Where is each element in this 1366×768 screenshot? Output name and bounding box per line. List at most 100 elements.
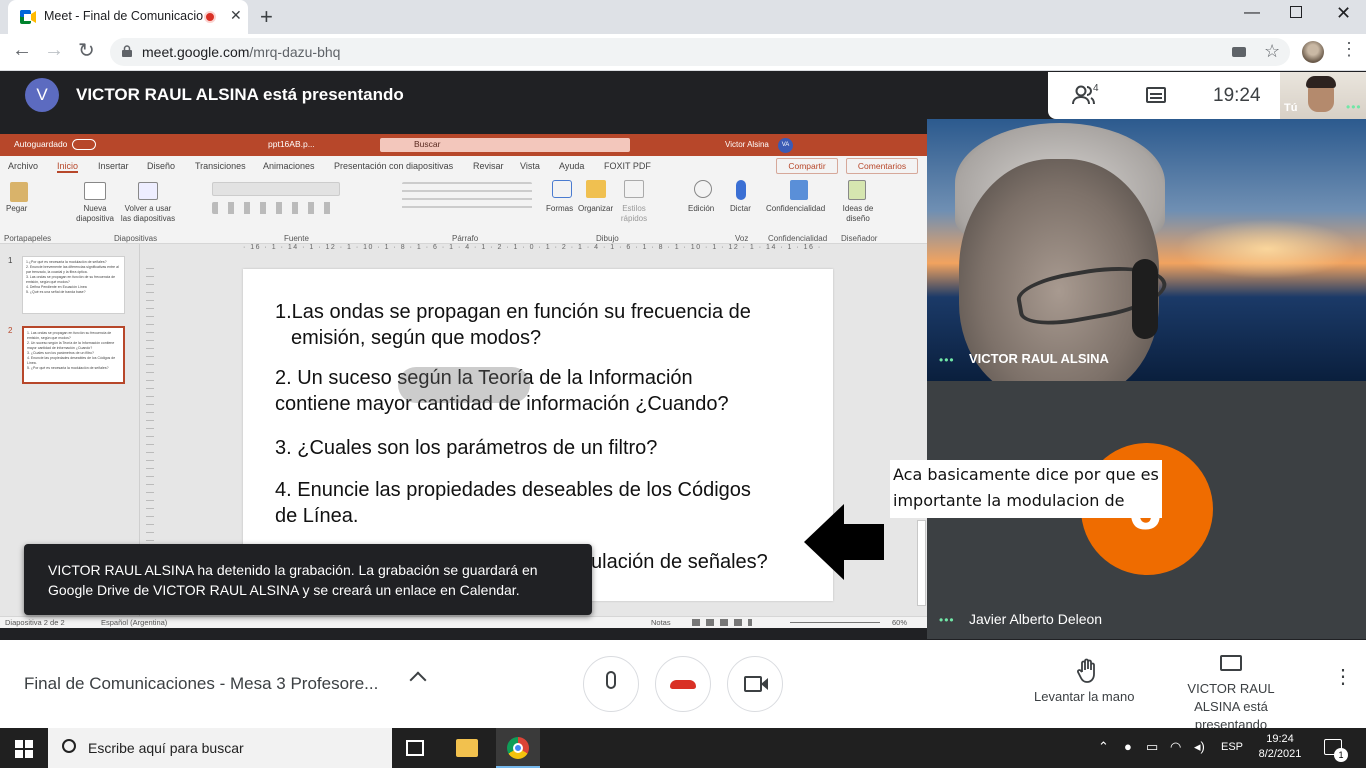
view-buttons[interactable]: [692, 619, 752, 626]
designer-icon: [848, 180, 866, 200]
participant-name: VICTOR RAUL ALSINA: [969, 351, 1109, 366]
floating-slide-toolbar[interactable]: [398, 367, 530, 403]
task-view-icon[interactable]: [406, 740, 424, 756]
arrange-button[interactable]: Organizar: [578, 204, 613, 214]
menu-ayuda[interactable]: Ayuda: [559, 161, 584, 171]
menu-insertar[interactable]: Insertar: [98, 161, 129, 171]
battery-icon[interactable]: ▭: [1146, 739, 1158, 755]
participant-tile-victor[interactable]: ••• VICTOR RAUL ALSINA: [927, 119, 1366, 381]
share-button[interactable]: Compartir: [776, 158, 838, 174]
back-button[interactable]: ←: [12, 39, 32, 62]
new-tab-button[interactable]: +: [260, 4, 273, 30]
autosave-toggle[interactable]: [72, 139, 96, 150]
paste-icon: [10, 182, 28, 202]
microphone-button[interactable]: [583, 656, 639, 712]
ppt-user-avatar[interactable]: VA: [778, 138, 793, 153]
menu-vista[interactable]: Vista: [520, 161, 540, 171]
edit-search-icon: [694, 180, 712, 198]
confidential-button[interactable]: Confidencialidad: [766, 204, 825, 214]
raise-hand-icon[interactable]: [1076, 658, 1100, 684]
presenting-label[interactable]: VICTOR RAUL ALSINA está presentando: [1166, 680, 1296, 734]
slide-thumbnail[interactable]: 1.¿Por qué es necesaria la modulación de…: [22, 256, 125, 314]
chrome-taskbar-button[interactable]: [496, 728, 540, 768]
vertical-ruler: [146, 268, 154, 568]
meeting-title[interactable]: Final de Comunicaciones - Mesa 3 Profeso…: [24, 674, 378, 694]
wifi-icon[interactable]: ◠: [1170, 739, 1181, 755]
edit-button[interactable]: Edición: [688, 204, 714, 214]
microphone-icon: [606, 671, 616, 689]
address-bar[interactable]: meet.google.com/mrq-dazu-bhq ☆: [110, 38, 1290, 66]
menu-foxit[interactable]: FOXIT PDF: [604, 161, 651, 171]
browser-menu-icon[interactable]: ⋮: [1340, 39, 1358, 60]
bookmark-star-icon[interactable]: ☆: [1264, 41, 1280, 62]
paragraph-tools[interactable]: [402, 182, 532, 214]
menu-presentacion[interactable]: Presentación con diapositivas: [334, 161, 453, 171]
hang-up-button[interactable]: [655, 656, 711, 712]
slide-thumbnail-selected[interactable]: 1. Las ondas se propagan en función su f…: [22, 326, 125, 384]
window-restore-button[interactable]: [1290, 6, 1302, 18]
menu-archivo[interactable]: Archivo: [8, 161, 38, 171]
ppt-filename: ppt16AB.p...: [268, 139, 315, 149]
window-minimize-button[interactable]: —: [1244, 4, 1260, 22]
camera-button[interactable]: [727, 656, 783, 712]
notes-button[interactable]: Notas: [651, 618, 671, 627]
tile-options-icon[interactable]: •••: [939, 613, 955, 627]
more-options-icon[interactable]: ⋮: [1333, 667, 1353, 687]
font-selector[interactable]: [212, 182, 340, 196]
menu-animaciones[interactable]: Animaciones: [263, 161, 315, 171]
thumb-text: 2. Enuncie brevemente las diferencias si…: [26, 265, 119, 274]
horizontal-ruler: · 16 · 1 · 14 · 1 · 12 · 1 · 10 · 1 · 8 …: [243, 244, 822, 251]
menu-transiciones[interactable]: Transiciones: [195, 161, 246, 171]
new-slide-button[interactable]: Nueva diapositiva: [70, 204, 120, 224]
designer-button[interactable]: Ideas de diseño: [838, 204, 878, 224]
self-options-icon[interactable]: •••: [1346, 100, 1362, 114]
zoom-slider[interactable]: [790, 622, 880, 623]
thumb-text: 5. ¿Qué es una señal de banda base?: [26, 290, 86, 294]
arrow-left-icon: [804, 504, 884, 580]
meet-favicon-icon: [20, 10, 36, 24]
slide-question-1: 1.Las ondas se propagan en función su fr…: [275, 301, 751, 323]
chevron-up-icon[interactable]: [409, 671, 427, 689]
menu-revisar[interactable]: Revisar: [473, 161, 504, 171]
ppt-scrollbar-thumb[interactable]: [917, 520, 926, 606]
paste-button[interactable]: Pegar: [6, 204, 27, 214]
file-explorer-icon[interactable]: [456, 739, 478, 757]
window-close-button[interactable]: ✕: [1336, 3, 1351, 24]
ppt-search-box[interactable]: Buscar: [380, 138, 630, 152]
raise-hand-label[interactable]: Levantar la mano: [1034, 689, 1134, 704]
taskbar-search[interactable]: Escribe aquí para buscar: [48, 728, 392, 768]
volume-icon[interactable]: ◂): [1194, 739, 1205, 755]
reuse-slides-button[interactable]: Volver a usar las diapositivas: [120, 204, 176, 224]
taskbar-clock[interactable]: 19:24 8/2/2021: [1256, 732, 1304, 762]
menu-diseno[interactable]: Diseño: [147, 161, 175, 171]
presenter-banner: VICTOR RAUL ALSINA está presentando: [76, 85, 404, 104]
tray-chevron-icon[interactable]: ⌃: [1098, 739, 1109, 755]
ppt-ribbon: Pegar Nueva diapositiva Volver a usar la…: [0, 176, 927, 244]
ppt-menu-bar: Archivo Inicio Insertar Diseño Transicio…: [0, 156, 927, 176]
self-video-tile[interactable]: Tú •••: [1280, 72, 1366, 119]
tab-close-icon[interactable]: ✕: [230, 7, 242, 24]
shapes-button[interactable]: Formas: [546, 204, 573, 214]
dictate-button[interactable]: Dictar: [730, 204, 751, 214]
quick-styles-button[interactable]: Estilos rápidos: [616, 204, 652, 224]
profile-avatar[interactable]: [1302, 41, 1324, 63]
chat-icon[interactable]: [1146, 87, 1166, 103]
camera-in-use-icon[interactable]: [1232, 47, 1246, 57]
zoom-level[interactable]: 60%: [892, 618, 907, 627]
forward-button[interactable]: →: [44, 39, 64, 62]
browser-tab[interactable]: Meet - Final de Comunicacio ✕: [8, 0, 248, 34]
tile-options-icon[interactable]: •••: [939, 353, 955, 367]
menu-inicio[interactable]: Inicio: [57, 161, 79, 173]
tray-mic-icon[interactable]: ●: [1124, 739, 1132, 754]
font-format-tools[interactable]: [212, 202, 340, 214]
thumb-text: 4. Enuncie las propiedades deseables de …: [27, 356, 116, 365]
input-language[interactable]: ESP: [1221, 741, 1243, 753]
comments-button[interactable]: Comentarios: [846, 158, 918, 174]
annotation-note: Aca basicamente dice por que es importan…: [890, 460, 1162, 518]
hang-up-icon: [670, 680, 696, 689]
ppt-status-bar: Diapositiva 2 de 2 Español (Argentina) N…: [0, 616, 927, 628]
present-screen-icon[interactable]: [1220, 655, 1242, 671]
reload-button[interactable]: ↻: [78, 38, 95, 63]
windows-start-icon[interactable]: [15, 740, 33, 758]
headset: [1132, 259, 1158, 339]
